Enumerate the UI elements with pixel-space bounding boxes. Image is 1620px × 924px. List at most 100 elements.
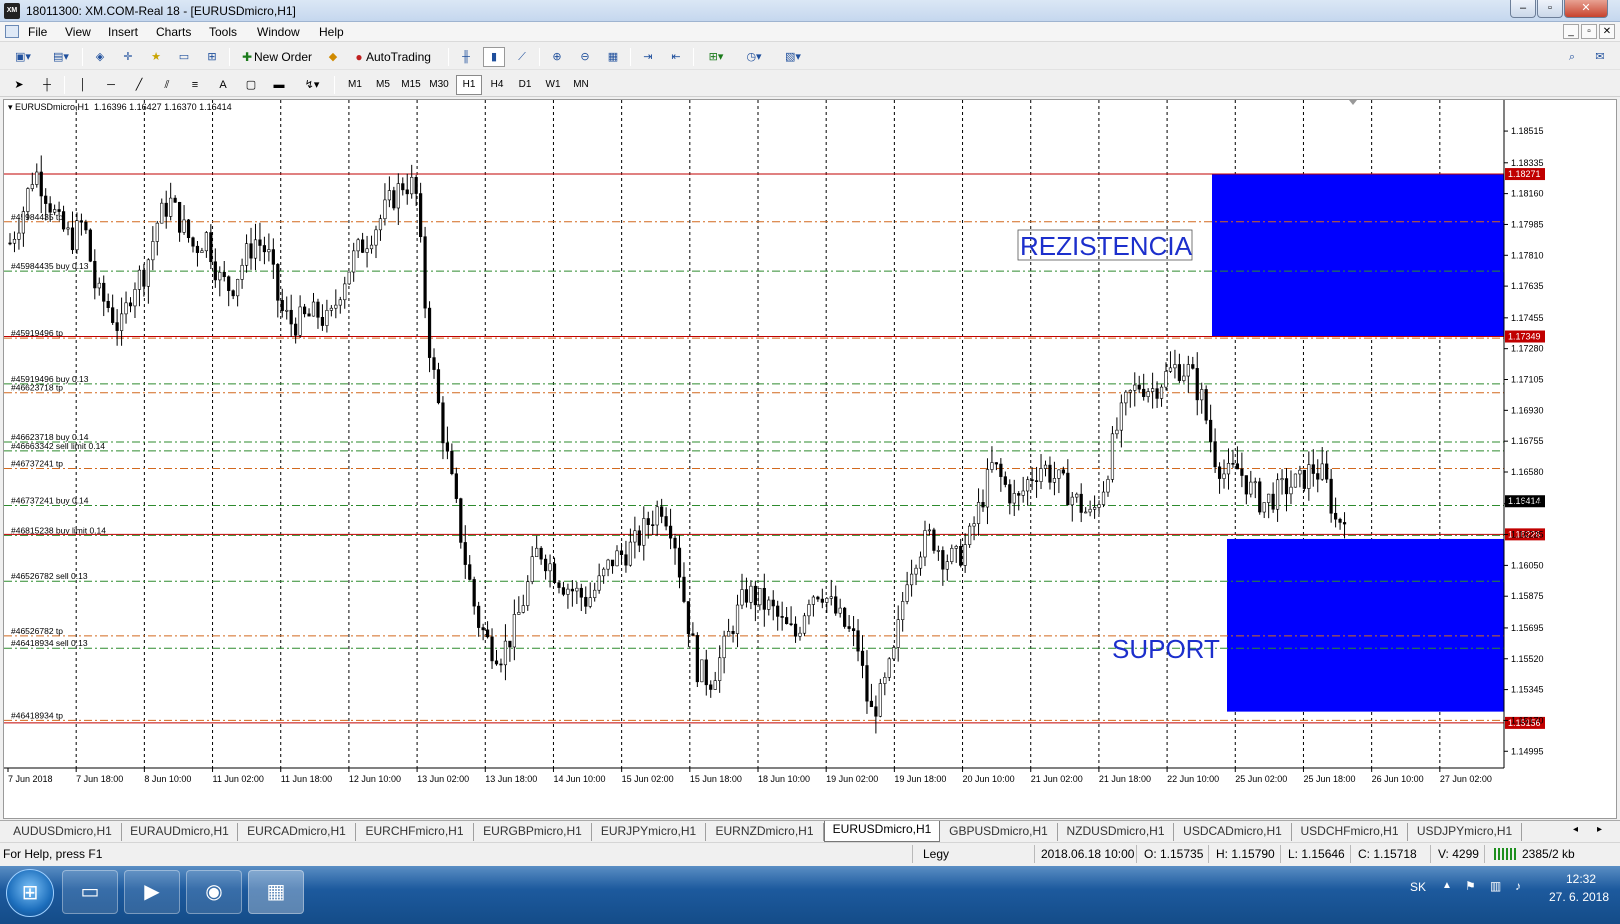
tab-usdcad[interactable]: USDCADmicro,H1	[1174, 823, 1292, 841]
language-indicator[interactable]: SK	[1410, 880, 1426, 894]
fibonacci-icon[interactable]: ≡	[184, 75, 206, 95]
menu-charts[interactable]: Charts	[156, 25, 191, 39]
candle-bear	[682, 576, 686, 602]
rectangle-icon[interactable]: ▬	[268, 75, 290, 95]
tab-eurchf[interactable]: EURCHFmicro,H1	[356, 823, 474, 841]
market-watch-icon[interactable]: ◈	[89, 47, 111, 67]
metaeditor-icon[interactable]: ◆	[322, 47, 344, 67]
zoom-in-icon[interactable]: ⊕	[546, 47, 568, 67]
candle-bear	[856, 630, 860, 652]
candle-bull	[1226, 463, 1231, 475]
tab-eurnzd[interactable]: EURNZDmicro,H1	[706, 823, 824, 841]
close-button[interactable]: ✕	[1564, 0, 1608, 18]
flag-icon[interactable]: ⚑	[1465, 879, 1476, 893]
cursor-icon[interactable]: ➤	[8, 75, 30, 95]
menu-file[interactable]: File	[28, 25, 47, 39]
timeframe-m30[interactable]: M30	[426, 75, 452, 95]
menu-insert[interactable]: Insert	[108, 25, 138, 39]
media-player-icon[interactable]: ▶	[124, 870, 180, 914]
menu-window[interactable]: Window	[257, 25, 300, 39]
tab-eurjpy[interactable]: EURJPYmicro,H1	[592, 823, 706, 841]
horizontal-line-icon[interactable]: ─	[100, 75, 122, 95]
x-tick-label: 15 Jun 18:00	[690, 774, 742, 784]
vertical-line-icon[interactable]: │	[72, 75, 94, 95]
tab-gbpusd[interactable]: GBPUSDmicro,H1	[940, 823, 1058, 841]
tab-eurcad[interactable]: EURCADmicro,H1	[238, 823, 356, 841]
tab-audusd[interactable]: AUDUSDmicro,H1	[4, 823, 122, 841]
timeframe-mn[interactable]: MN	[568, 75, 594, 95]
candle-bull	[530, 556, 534, 582]
timeframe-h4[interactable]: H4	[484, 75, 510, 95]
timeframe-w1[interactable]: W1	[540, 75, 566, 95]
chart-menu-icon[interactable]: ▾	[8, 102, 13, 112]
tabs-left-icon[interactable]: ◂	[1573, 824, 1578, 835]
menu-view[interactable]: View	[65, 25, 91, 39]
templates-icon[interactable]: ▧▾	[776, 47, 810, 67]
chat-icon[interactable]: ✉	[1589, 47, 1611, 67]
mdi-minimize-button[interactable]: _	[1563, 24, 1579, 39]
mdi-close-button[interactable]: ✕	[1599, 24, 1615, 39]
mdi-restore-button[interactable]: ▫	[1581, 24, 1597, 39]
strategy-tester-icon[interactable]: ⊞	[201, 47, 223, 67]
auto-scroll-icon[interactable]: ⇥	[637, 47, 659, 67]
tile-windows-icon[interactable]: ▦	[602, 47, 624, 67]
chart-window[interactable]: #45984435 tp #45984435 buy 0.13 #45919496 …	[3, 99, 1617, 819]
zoom-out-icon[interactable]: ⊖	[574, 47, 596, 67]
candle-bear	[1342, 522, 1347, 525]
new-order-button[interactable]: ✚ New Order	[236, 47, 316, 67]
tab-eurusd[interactable]: EURUSDmicro,H1	[824, 821, 940, 842]
tab-euraud[interactable]: EURAUDmicro,H1	[122, 823, 238, 841]
x-tick-label: 14 Jun 10:00	[553, 774, 605, 784]
tab-eurgbp[interactable]: EURGBPmicro,H1	[474, 823, 592, 841]
trendline-icon[interactable]: ╱	[128, 75, 150, 95]
restore-button[interactable]: ▫	[1537, 0, 1563, 18]
tabs-right-icon[interactable]: ▸	[1597, 824, 1602, 835]
metatrader-icon[interactable]: ▦	[248, 870, 304, 914]
timeframe-m1[interactable]: M1	[342, 75, 368, 95]
x-tick-label: 13 Jun 18:00	[485, 774, 537, 784]
search-icon[interactable]: ⌕	[1561, 47, 1583, 67]
candle-bull	[1267, 493, 1271, 503]
candlestick-icon[interactable]: ▮	[483, 47, 505, 67]
data-window-icon[interactable]: ✛	[117, 47, 139, 67]
crosshair-icon[interactable]: ┼	[36, 75, 58, 95]
volume-icon[interactable]: ♪	[1515, 879, 1521, 893]
menu-tools[interactable]: Tools	[209, 25, 237, 39]
indicators-icon[interactable]: ⊞▾	[700, 47, 732, 67]
timeframe-m15[interactable]: M15	[398, 75, 424, 95]
chart-zones	[1212, 174, 1504, 712]
text-label-icon[interactable]: ▢	[240, 75, 262, 95]
candle-bear	[276, 264, 280, 301]
tab-usdchf[interactable]: USDCHFmicro,H1	[1292, 823, 1408, 841]
price-chart[interactable]: #45984435 tp#45984435 buy 0.13#45919496 …	[4, 100, 1616, 818]
chrome-icon[interactable]: ◉	[186, 870, 242, 914]
bar-chart-icon[interactable]: ╫	[455, 47, 477, 67]
terminal-icon[interactable]: ▭	[173, 47, 195, 67]
tab-usdjpy[interactable]: USDJPYmicro,H1	[1408, 823, 1522, 841]
profiles-icon[interactable]: ▤▾	[46, 47, 76, 67]
navigator-icon[interactable]: ★	[145, 47, 167, 67]
minimize-button[interactable]: –	[1510, 0, 1536, 18]
explorer-icon[interactable]: ▭	[62, 870, 118, 914]
chart-shift-icon[interactable]: ⇤	[665, 47, 687, 67]
timeframe-h1[interactable]: H1	[456, 75, 482, 95]
periods-icon[interactable]: ◷▾	[738, 47, 770, 67]
tray-expand-icon[interactable]: ▲	[1442, 880, 1452, 891]
clock-date[interactable]: 27. 6. 2018	[1540, 890, 1618, 904]
timeframe-m5[interactable]: M5	[370, 75, 396, 95]
start-orb-icon[interactable]: ⊞	[6, 869, 54, 917]
text-tool-icon[interactable]: A	[212, 75, 234, 95]
order-line-label: #46663342 sell limit 0.14	[11, 441, 105, 451]
arrows-icon[interactable]: ↯▾	[296, 75, 328, 95]
autotrading-button[interactable]: ● AutoTrading	[348, 47, 435, 67]
chart-window-icon[interactable]	[5, 25, 19, 38]
new-chart-icon[interactable]: ▣▾	[8, 47, 38, 67]
clock-time[interactable]: 12:32	[1550, 872, 1612, 886]
network-icon[interactable]: ▥	[1490, 879, 1501, 893]
menu-help[interactable]: Help	[319, 25, 344, 39]
equidistant-channel-icon[interactable]: ⫽	[156, 75, 178, 95]
candle-bull	[945, 561, 949, 570]
tab-nzdusd[interactable]: NZDUSDmicro,H1	[1058, 823, 1174, 841]
line-chart-icon[interactable]: ⟋	[511, 47, 533, 67]
timeframe-d1[interactable]: D1	[512, 75, 538, 95]
